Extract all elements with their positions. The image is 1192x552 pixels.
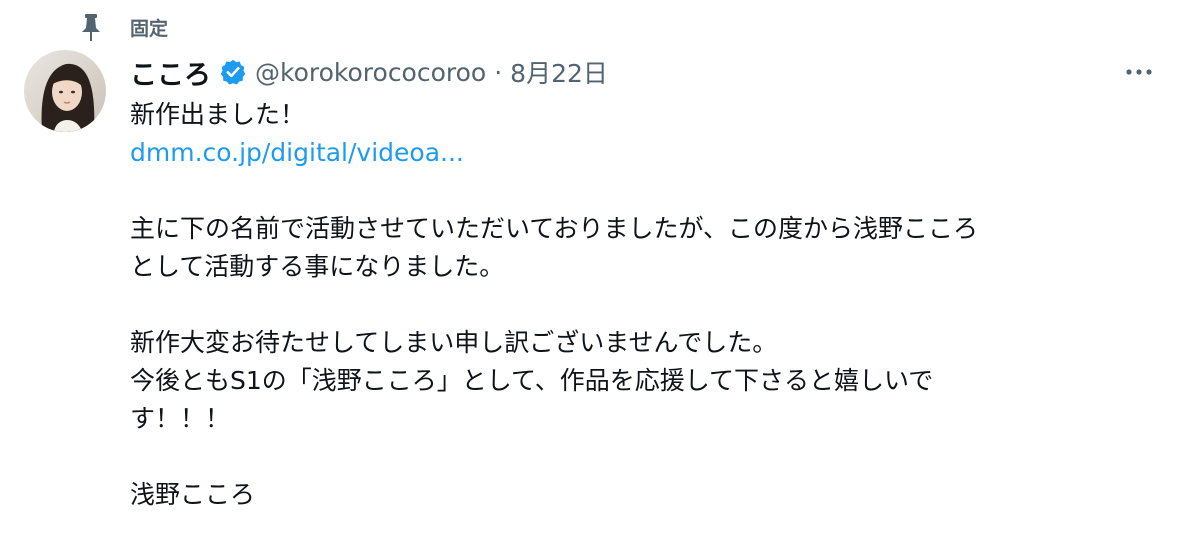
avatar-image	[24, 50, 106, 132]
tweet-link[interactable]: dmm.co.jp/digital/videoa...	[130, 138, 464, 167]
pin-icon	[82, 14, 100, 41]
tweet-date[interactable]: 8月22日	[510, 54, 608, 90]
avatar[interactable]	[24, 50, 106, 132]
tweet-line: 主に下の名前で活動させていただいておりましたが、この度から浅野こころ	[130, 214, 979, 243]
tweet-line: として活動する事になりました。	[130, 252, 505, 281]
tweet[interactable]: 固定 こころ @korokorococoroo · 8月22日 新作出ました！ …	[0, 0, 1192, 552]
tweet-line: す！！！	[130, 404, 231, 433]
verified-badge-icon[interactable]	[219, 58, 247, 86]
pinned-label: 固定	[130, 17, 169, 40]
more-button[interactable]	[1116, 56, 1162, 88]
tweet-line: 今後ともS1の「浅野こころ」として、作品を応援して下さると嬉しいで	[130, 366, 934, 395]
tweet-signature: 浅野こころ	[130, 480, 256, 509]
tweet-link-line: dmm.co.jp/digital/videoa...	[130, 134, 1170, 172]
tweet-line: 新作出ました！	[130, 100, 306, 129]
tweet-header: こころ @korokorococoroo · 8月22日	[130, 52, 608, 92]
separator-dot: ·	[494, 57, 503, 87]
display-name[interactable]: こころ	[130, 53, 211, 92]
pinned-indicator: 固定	[78, 10, 168, 44]
handle[interactable]: @korokorococoroo	[255, 58, 486, 87]
tweet-text: 新作出ました！ dmm.co.jp/digital/videoa... 主に下の…	[130, 96, 1170, 514]
tweet-line: 新作大変お待たせしてしまい申し訳ございませんでした。	[130, 328, 778, 357]
more-horizontal-icon	[1126, 69, 1152, 75]
